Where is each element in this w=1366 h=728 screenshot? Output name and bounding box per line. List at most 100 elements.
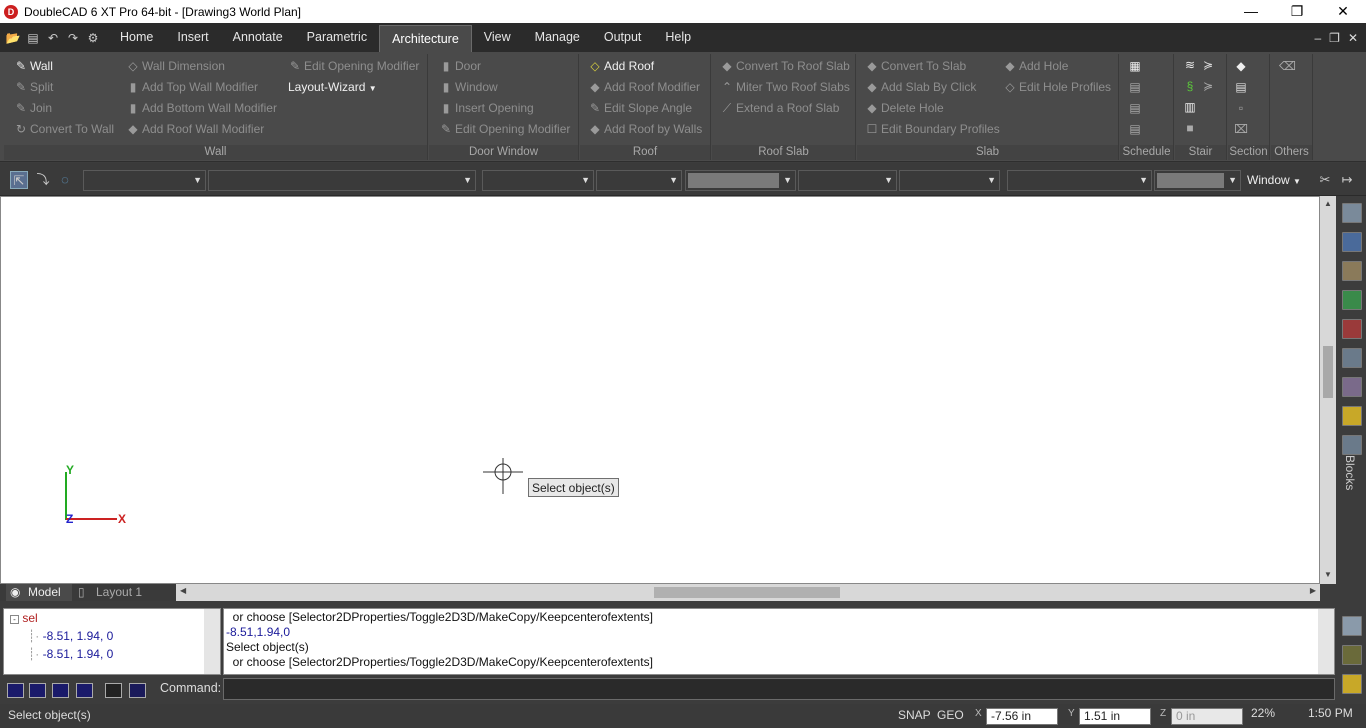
scroll-right-icon[interactable]: ▶ [1310, 586, 1316, 595]
edit-boundary-profiles-button[interactable]: ☐ Edit Boundary Profiles [865, 119, 1000, 139]
snap-toggle[interactable]: SNAP [898, 708, 931, 722]
section-icon-2[interactable]: ▤ [1234, 80, 1248, 94]
extend-roof-slab-button[interactable]: ⟋ Extend a Roof Slab [720, 98, 840, 118]
stair-icon[interactable]: ≋ [1183, 58, 1197, 72]
tab-model[interactable]: ◉ Model [6, 584, 72, 601]
join-button[interactable]: ✎ Join [14, 98, 52, 118]
fill-color-combo[interactable]: ▼ [1154, 170, 1241, 191]
tab-home[interactable]: Home [108, 23, 165, 52]
add-bottom-wall-modifier-button[interactable]: ▮ Add Bottom Wall Modifier [126, 98, 277, 118]
insert-opening-button[interactable]: ▮ Insert Opening [439, 98, 534, 118]
z-coordinate-field[interactable]: 0 in [1171, 708, 1243, 725]
views-icon[interactable] [1342, 348, 1362, 368]
font-combo[interactable]: ▼ [1007, 170, 1152, 191]
snap-magnet-icon[interactable] [1342, 645, 1362, 665]
cmd-option-icon-1[interactable] [7, 683, 24, 698]
others-tool-icon[interactable]: ⌫ [1279, 59, 1296, 73]
symbols-icon[interactable] [1342, 406, 1362, 426]
add-slab-by-click-button[interactable]: ◆ Add Slab By Click [865, 77, 976, 97]
design-director-icon[interactable] [1342, 232, 1362, 252]
history-scrollbar[interactable] [1318, 609, 1334, 674]
command-input[interactable] [223, 678, 1335, 700]
minimize-button[interactable]: — [1228, 0, 1274, 23]
library-icon[interactable] [1342, 261, 1362, 281]
split-button[interactable]: ✎ Split [14, 77, 53, 97]
speech-bubble-icon[interactable]: ◌ [56, 171, 74, 189]
delete-hole-button[interactable]: ◆ Delete Hole [865, 98, 943, 118]
doc-close-button[interactable]: ✕ [1348, 31, 1358, 45]
edit-opening-modifier-wall-button[interactable]: ✎ Edit Opening Modifier [288, 56, 419, 76]
redo-icon[interactable]: ↷ [64, 29, 82, 47]
tab-insert[interactable]: Insert [165, 23, 220, 52]
tree-root[interactable]: - sel [10, 611, 38, 625]
linetype-combo[interactable]: ▼ [482, 170, 594, 191]
lineweight-combo[interactable]: ▼ [596, 170, 682, 191]
tools-icon[interactable]: ✂ [1316, 171, 1334, 189]
schedule-icon-2[interactable]: ▤ [1128, 80, 1142, 94]
undo-icon[interactable]: ↶ [44, 29, 62, 47]
add-roof-modifier-button[interactable]: ◆ Add Roof Modifier [588, 77, 700, 97]
x-coordinate-field[interactable]: -7.56 in [986, 708, 1058, 725]
window-button[interactable]: ▮ Window [439, 77, 498, 97]
restore-button[interactable]: ❐ [1274, 0, 1320, 23]
gear-icon[interactable]: ⚙ [84, 29, 102, 47]
schedule-icon-4[interactable]: ▤ [1128, 122, 1142, 136]
selection-tree[interactable]: - sel ┊· -8.51, 1.94, 0 ┊· -8.51, 1.94, … [3, 608, 221, 675]
window-dropdown[interactable]: Window ▼ [1247, 170, 1301, 191]
scroll-left-icon[interactable]: ◀ [180, 586, 186, 595]
horizontal-scrollbar[interactable]: ◀ ▶ [176, 584, 1320, 601]
tab-manage[interactable]: Manage [523, 23, 592, 52]
blocks-panel-label[interactable]: Blocks [1343, 455, 1357, 490]
zoom-level[interactable]: 22% [1251, 706, 1275, 720]
add-roof-by-walls-button[interactable]: ◆ Add Roof by Walls [588, 119, 702, 139]
materials-icon[interactable] [1342, 377, 1362, 397]
wall-dimension-button[interactable]: ◇ Wall Dimension [126, 56, 225, 76]
save-icon[interactable]: ▤ [24, 29, 42, 47]
stair-green-icon[interactable]: § [1183, 79, 1197, 93]
view-panel-icon[interactable] [1342, 674, 1362, 694]
styles-icon[interactable] [1342, 319, 1362, 339]
convert-to-wall-button[interactable]: ↻ Convert To Wall [14, 119, 114, 139]
edit-slope-angle-button[interactable]: ✎ Edit Slope Angle [588, 98, 692, 118]
blocks-panel-icon[interactable] [1342, 435, 1362, 455]
cmd-option-icon-2[interactable] [29, 683, 46, 698]
add-roof-button[interactable]: ◇ Add Roof [588, 56, 654, 76]
edit-opening-modifier-button[interactable]: ✎ Edit Opening Modifier [439, 119, 570, 139]
add-hole-button[interactable]: ◆ Add Hole [1003, 56, 1068, 76]
tree-scrollbar[interactable] [204, 609, 220, 674]
drawing-canvas[interactable] [0, 196, 1320, 584]
tab-architecture[interactable]: Architecture [379, 25, 472, 52]
selection-info-icon[interactable] [1342, 616, 1362, 636]
add-top-wall-modifier-button[interactable]: ▮ Add Top Wall Modifier [126, 77, 258, 97]
geo-toggle[interactable]: GEO [937, 708, 964, 722]
open-folder-icon[interactable]: 📂 [4, 29, 22, 47]
select-pointer-icon[interactable]: ⇱ [10, 171, 28, 189]
miter-two-roof-slabs-button[interactable]: ⌃ Miter Two Roof Slabs [720, 77, 850, 97]
collapse-icon[interactable]: - [10, 615, 19, 624]
cmd-option-icon-3[interactable] [52, 683, 69, 698]
section-marker-icon[interactable]: ◆ [1234, 59, 1248, 73]
scroll-down-icon[interactable]: ▼ [1320, 570, 1336, 579]
doc-restore-button[interactable]: ❐ [1329, 31, 1340, 45]
stair-arrow-icon[interactable]: ≽ [1201, 79, 1215, 93]
schedule-icon-3[interactable]: ▤ [1128, 101, 1142, 115]
stair-straight-icon[interactable]: ≽ [1201, 58, 1215, 72]
layout-wizard-dropdown[interactable]: Layout-Wizard ▼ [288, 77, 377, 97]
expand-arrows-icon[interactable]: ↦ [1338, 171, 1356, 189]
doc-minimize-button[interactable]: – [1314, 31, 1321, 45]
cmd-option-icon-6[interactable] [129, 683, 146, 698]
brush-combo[interactable]: ▼ [899, 170, 1000, 191]
cmd-option-icon-4[interactable] [76, 683, 93, 698]
schedule-table-icon[interactable]: ▦ [1128, 59, 1142, 73]
scroll-thumb[interactable] [1323, 346, 1333, 398]
hscroll-thumb[interactable] [654, 587, 840, 598]
section-icon-3[interactable]: ▫ [1234, 101, 1248, 115]
edit-hole-profiles-button[interactable]: ◇ Edit Hole Profiles [1003, 77, 1111, 97]
color-combo[interactable]: ▼ [685, 170, 796, 191]
tab-view[interactable]: View [472, 23, 523, 52]
door-button[interactable]: ▮ Door [439, 56, 481, 76]
tab-output[interactable]: Output [592, 23, 654, 52]
y-coordinate-field[interactable]: 1.51 in [1079, 708, 1151, 725]
close-button[interactable]: ✕ [1320, 0, 1366, 23]
tab-help[interactable]: Help [653, 23, 703, 52]
